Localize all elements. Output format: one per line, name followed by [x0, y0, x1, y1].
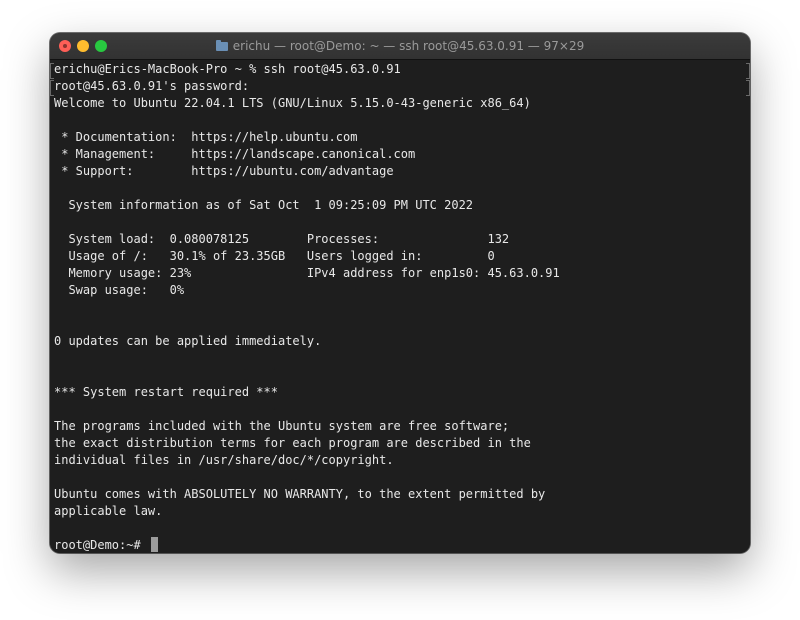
mark-bracket-right — [746, 80, 750, 96]
terminal-line: root@45.63.0.91's password: — [54, 79, 250, 93]
terminal-line: * Documentation: https://help.ubuntu.com — [54, 130, 358, 144]
prompt-line[interactable]: root@Demo:~# — [54, 537, 750, 553]
mark-bracket-left — [50, 80, 54, 96]
terminal-line: applicable law. — [54, 504, 163, 518]
mark-bracket-right — [746, 63, 750, 79]
terminal-line: 0 updates can be applied immediately. — [54, 334, 322, 348]
window-title: erichu — root@Demo: ~ — ssh root@45.63.0… — [232, 39, 585, 53]
mark-bracket-left — [50, 63, 54, 79]
terminal-window: erichu — root@Demo: ~ — ssh root@45.63.0… — [50, 33, 750, 553]
terminal-output[interactable]: erichu@Erics-MacBook-Pro ~ % ssh root@45… — [50, 60, 750, 553]
terminal-line: Ubuntu comes with ABSOLUTELY NO WARRANTY… — [54, 487, 546, 501]
shell-prompt: root@Demo:~# — [54, 538, 148, 552]
terminal-line: individual files in /usr/share/doc/*/cop… — [54, 453, 394, 467]
terminal-line: Memory usage: 23% IPv4 address for enp1s… — [54, 266, 560, 280]
terminal-line: * Support: https://ubuntu.com/advantage — [54, 164, 394, 178]
terminal-line: Welcome to Ubuntu 22.04.1 LTS (GNU/Linux… — [54, 96, 531, 110]
terminal-line: *** System restart required *** — [54, 385, 278, 399]
title-bar[interactable]: erichu — root@Demo: ~ — ssh root@45.63.0… — [50, 33, 750, 60]
terminal-line: Usage of /: 30.1% of 23.35GB Users logge… — [54, 249, 495, 263]
terminal-line: System load: 0.080078125 Processes: 132 — [54, 232, 510, 246]
terminal-line: Swap usage: 0% — [54, 283, 185, 297]
terminal-line: erichu@Erics-MacBook-Pro ~ % ssh root@45… — [54, 62, 401, 76]
terminal-line: The programs included with the Ubuntu sy… — [54, 419, 510, 433]
terminal-line: the exact distribution terms for each pr… — [54, 436, 531, 450]
folder-icon — [215, 40, 228, 51]
window-title-container: erichu — root@Demo: ~ — ssh root@45.63.0… — [50, 33, 750, 59]
terminal-line: System information as of Sat Oct 1 09:25… — [54, 198, 474, 212]
terminal-line: * Management: https://landscape.canonica… — [54, 147, 416, 161]
text-cursor — [150, 537, 158, 552]
